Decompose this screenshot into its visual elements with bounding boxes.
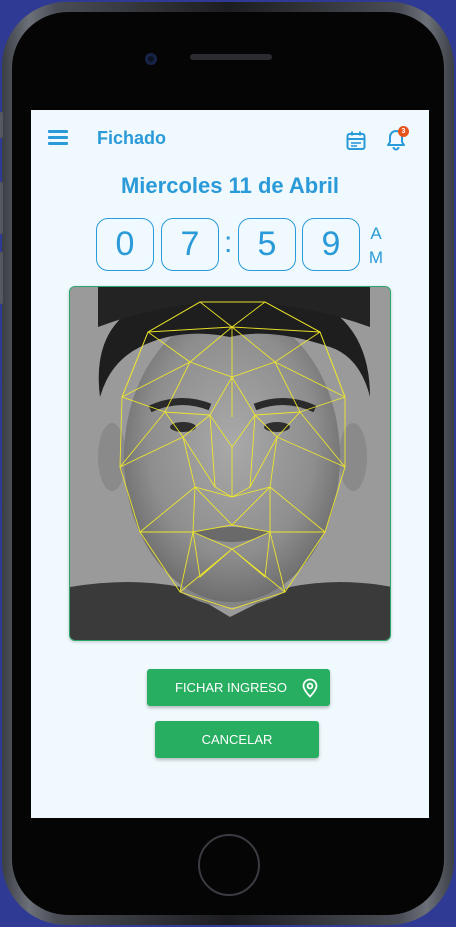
date-label: Miercoles 11 de Abril [120,173,340,198]
face-mesh-image [70,287,390,640]
minute-tens-digit: 5 [238,218,296,271]
notification-badge: 3 [398,126,409,137]
page-title: Fichado [97,128,167,148]
time-display: 0 7 : 5 9 A M [31,218,429,274]
time-separator: : [224,226,233,259]
front-camera [145,53,157,65]
check-in-label: FICHAR INGRESO [175,680,287,695]
am-pm-indicator: A M [368,222,384,270]
earpiece-speaker [190,54,272,60]
bell-icon[interactable]: 3 [383,126,409,152]
location-pin-icon [302,678,318,698]
mute-switch [0,112,3,138]
volume-down-button [0,252,3,304]
top-bar: Fichado 3 [31,110,429,170]
check-in-button[interactable]: FICHAR INGRESO [147,669,330,706]
hamburger-menu-icon[interactable] [48,130,68,148]
volume-up-button [0,182,3,234]
hour-tens-digit: 0 [96,218,154,271]
hour-ones-digit: 7 [161,218,219,271]
home-button[interactable] [198,834,260,896]
app-screen: Fichado 3 Miercoles 11 de Abril 0 7 : 5 … [31,110,429,818]
cancel-button[interactable]: CANCELAR [155,721,319,758]
minute-ones-digit: 9 [302,218,360,271]
calendar-icon[interactable] [345,130,367,152]
ampm-bottom: M [368,248,384,267]
face-scan-photo [69,286,391,641]
ampm-top: A [370,224,382,243]
